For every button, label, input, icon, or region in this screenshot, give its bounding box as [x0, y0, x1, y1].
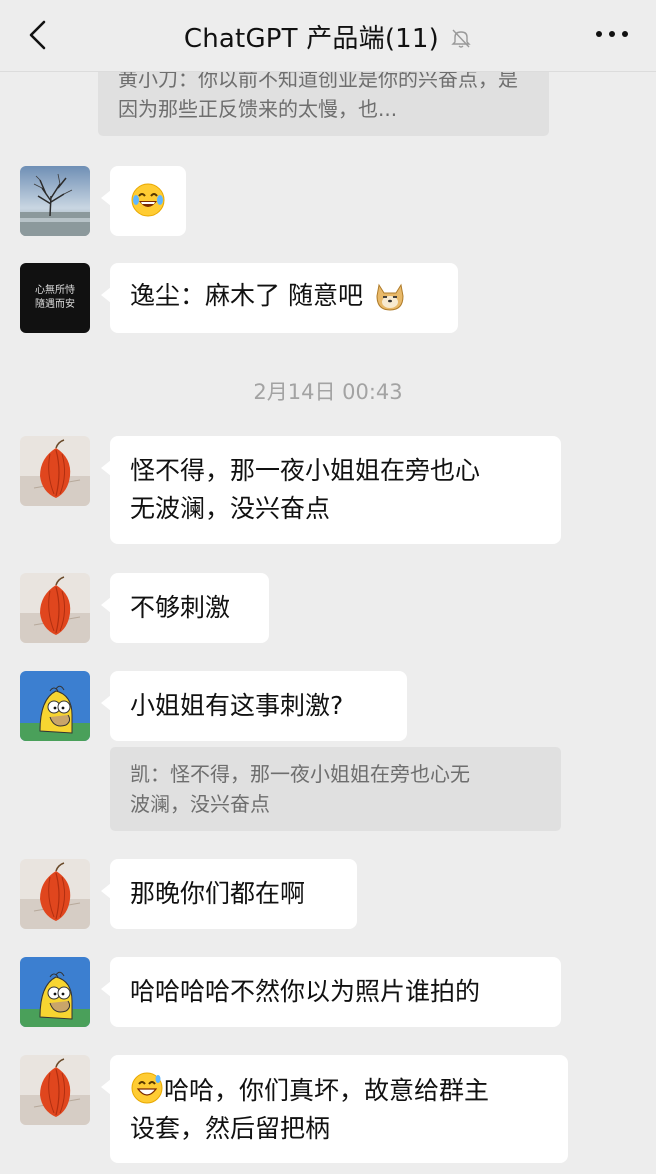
quoted-line: 凯：怪不得，那一夜小姐姐在旁也心无: [130, 762, 470, 786]
calligraphy-avatar: 心無所恃 隨遇而安: [35, 285, 75, 310]
avatar-homer[interactable]: [20, 957, 90, 1027]
message-bubble-5[interactable]: 小姐姐有这事刺激?: [101, 671, 407, 741]
avatar-calligraphy[interactable]: 心無所恃 隨遇而安: [20, 263, 90, 333]
more-dots-icon: [596, 31, 628, 37]
timestamp: 2月14日 00:43: [253, 380, 403, 404]
message-bubble-3[interactable]: 怪不得，那一夜小姐姐在旁也心 无波澜，没兴奋点: [101, 436, 561, 544]
chat-title: ChatGPT 产品端(11): [183, 24, 439, 54]
message-text: 那晚你们都在啊: [130, 879, 306, 908]
doge-emoji: [376, 283, 404, 311]
message-line: 无波澜，没兴奋点: [130, 494, 331, 523]
grin-sweat-emoji: [131, 1072, 163, 1104]
more-button[interactable]: [594, 26, 630, 42]
message-bubble-2[interactable]: 逸尘：麻木了 随意吧: [101, 263, 458, 333]
avatar-lantern[interactable]: [20, 859, 90, 929]
chinese-lantern-plant-avatar: [20, 436, 90, 506]
avatar-homer[interactable]: [20, 671, 90, 741]
header-title-wrap: ChatGPT 产品端(11): [0, 18, 656, 55]
cartoon-avatar: [20, 671, 90, 741]
quoted-text: 黄小刀：你以前不知道创业是你的兴奋点，是因为那些正反馈来的太慢，也...: [118, 67, 518, 121]
tree-lake-avatar: [20, 166, 90, 236]
avatar-lantern[interactable]: [20, 436, 90, 506]
message-bubble-8[interactable]: 哈哈，你们真坏，故意给群主 设套，然后留把柄: [101, 1055, 568, 1163]
message-text: 不够刺激: [130, 593, 231, 622]
chinese-lantern-plant-avatar: [20, 1055, 90, 1125]
avatar-lantern[interactable]: [20, 1055, 90, 1125]
message-line: 怪不得，那一夜小姐姐在旁也心: [130, 456, 481, 485]
chat-header: ChatGPT 产品端(11): [0, 0, 656, 72]
message-text: 逸尘：麻木了 随意吧: [130, 281, 363, 310]
quoted-message[interactable]: 凯：怪不得，那一夜小姐姐在旁也心无 波澜，没兴奋点: [110, 747, 561, 831]
laughing-tears-emoji: [131, 183, 165, 217]
message-bubble-6[interactable]: 那晚你们都在啊: [101, 859, 357, 929]
chat-area: 黄小刀：你以前不知道创业是你的兴奋点，是因为那些正反馈来的太慢，也... 心無所…: [0, 0, 656, 1174]
message-text: 哈哈哈哈不然你以为照片谁拍的: [130, 977, 481, 1006]
avatar-tree[interactable]: [20, 166, 90, 236]
message-line: 设套，然后留把柄: [130, 1114, 331, 1143]
message-line: 哈哈，你们真坏，故意给群主: [130, 1071, 548, 1110]
chinese-lantern-plant-avatar: [20, 859, 90, 929]
avatar-lantern[interactable]: [20, 573, 90, 643]
chinese-lantern-plant-avatar: [20, 573, 90, 643]
message-bubble-1[interactable]: [101, 166, 186, 236]
cartoon-avatar: [20, 957, 90, 1027]
quoted-line: 波澜，没兴奋点: [130, 792, 270, 816]
message-bubble-7[interactable]: 哈哈哈哈不然你以为照片谁拍的: [101, 957, 561, 1027]
message-bubble-4[interactable]: 不够刺激: [101, 573, 269, 643]
message-text: 小姐姐有这事刺激?: [130, 691, 344, 720]
bell-slash-icon: [451, 29, 471, 48]
